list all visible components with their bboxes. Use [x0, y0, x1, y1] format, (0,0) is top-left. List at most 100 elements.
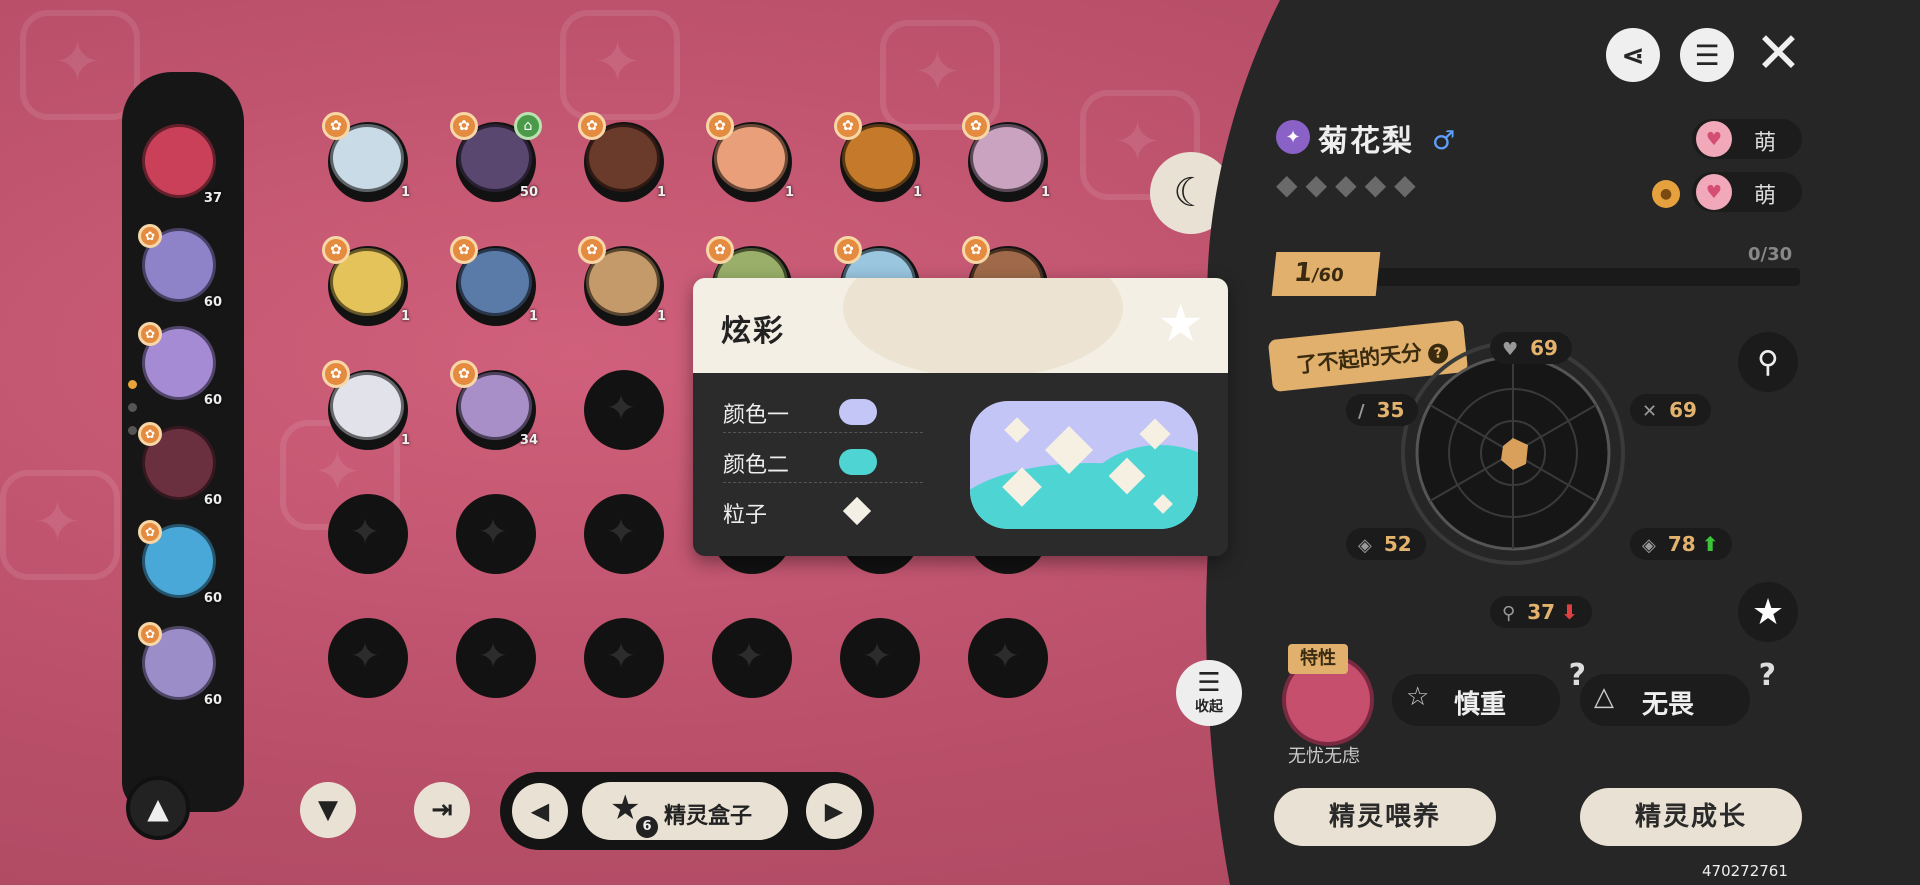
row-label: 颜色二: [723, 453, 790, 478]
popup-body: 颜色一 颜色二 粒子: [693, 373, 1228, 556]
shield-star-icon: ◈: [1642, 535, 1656, 556]
color-two-row: 颜色二: [723, 437, 923, 483]
particle-diamond-icon: [842, 496, 872, 526]
element-type-icon: ✦: [1276, 120, 1310, 154]
roster-page-indicator: [128, 380, 137, 449]
flower-badge-icon: ✿: [450, 236, 478, 264]
flower-badge-icon: ✿: [706, 112, 734, 140]
pet-box-button[interactable]: ★ 6 精灵盒子: [582, 782, 788, 840]
magnifier-icon[interactable]: ⚲: [1738, 332, 1798, 392]
pet-level: 34: [519, 433, 538, 448]
box-count: 6: [636, 816, 658, 838]
flower-badge-icon: ✿: [834, 236, 862, 264]
next-arrow-icon[interactable]: ▶: [806, 783, 862, 839]
flower-badge-icon: ✿: [578, 112, 606, 140]
trait-label: 萌: [1754, 184, 1777, 209]
storage-pet[interactable]: ✿ 1: [834, 112, 922, 200]
prev-arrow-icon[interactable]: ◀: [512, 783, 568, 839]
storage-pet[interactable]: ✿ 1: [578, 236, 666, 324]
help-icon[interactable]: ?: [1759, 658, 1776, 693]
pet-level: 1: [400, 309, 410, 324]
pet-level: 50: [519, 185, 538, 200]
stat-up-arrow-icon: ⬆: [1701, 532, 1719, 556]
flower-badge-icon: ✿: [962, 112, 990, 140]
pet-slot[interactable]: ✦: [840, 618, 920, 698]
exit-icon[interactable]: ⇥: [414, 782, 470, 838]
pet-name: 菊花梨: [1318, 124, 1414, 159]
flower-badge-icon: ✿: [450, 360, 478, 388]
pet-slot[interactable]: ✦: [328, 618, 408, 698]
storage-pet[interactable]: ✿ 1: [578, 112, 666, 200]
background-decoration: [560, 10, 680, 120]
pet-slot[interactable]: ✦: [584, 370, 664, 450]
pet-slot[interactable]: ✦: [328, 494, 408, 574]
pet-slot[interactable]: ✦: [968, 618, 1048, 698]
pet-slot[interactable]: ✦: [456, 494, 536, 574]
stat-value: 52: [1383, 532, 1412, 556]
popup-title: 炫彩: [721, 314, 785, 349]
roster-pet[interactable]: ✿ 60: [136, 620, 228, 712]
home-badge-icon: ⌂: [514, 112, 542, 140]
roster-pet[interactable]: 37: [136, 118, 228, 210]
storage-pet[interactable]: ✿ ⌂ 50: [450, 112, 542, 200]
shiny-color-popup: 炫彩 ★ 颜色一 颜色二 粒子: [693, 278, 1228, 556]
stat-attack: / 35: [1346, 394, 1419, 426]
pet-level: 1: [656, 185, 666, 200]
row-label: 粒子: [723, 503, 768, 528]
nature-pill-2[interactable]: △ 无畏 ?: [1580, 658, 1776, 726]
pet-slot[interactable]: ✦: [712, 618, 792, 698]
flower-badge-icon: ✿: [450, 112, 478, 140]
roster-pet[interactable]: ✿ 60: [136, 320, 228, 412]
stat-defense: ◈ 52: [1346, 528, 1426, 560]
close-icon[interactable]: ✕: [1755, 26, 1802, 82]
share-icon[interactable]: ⋖: [1606, 28, 1660, 82]
pet-level: 1: [656, 309, 666, 324]
roster-pet[interactable]: ✿ 60: [136, 420, 228, 512]
list-icon[interactable]: ☰: [1680, 28, 1734, 82]
storage-pet[interactable]: ✿ 1: [450, 236, 538, 324]
trait-pill-2[interactable]: ♥ 萌: [1692, 172, 1802, 212]
player-uid: 470272761: [1702, 862, 1788, 880]
grow-button[interactable]: 精灵成长: [1580, 788, 1802, 846]
trainer-avatar-button[interactable]: ▲: [126, 776, 190, 840]
level-badge: 1/60: [1271, 252, 1381, 296]
flower-badge-icon: ✿: [322, 360, 350, 388]
filter-icon[interactable]: ▼: [300, 782, 356, 838]
pet-level: 60: [203, 493, 222, 508]
flower-badge-icon: ✿: [322, 236, 350, 264]
star-outline-icon: ☆: [1406, 682, 1430, 712]
roster-pet[interactable]: ✿ 60: [136, 222, 228, 314]
storage-pet[interactable]: ✿ 1: [322, 112, 410, 200]
fruit-icon: ●: [1652, 180, 1680, 208]
pet-level: 60: [203, 295, 222, 310]
color-swatch: [839, 399, 877, 425]
feature-name: 无忧无虑: [1288, 746, 1360, 767]
empty-slot-icon: ✦: [862, 636, 893, 677]
rarity-stars: ◆◆◆◆◆: [1276, 168, 1424, 201]
trait-pill-1[interactable]: ♥ 萌: [1692, 119, 1802, 159]
pet-slot[interactable]: ✦: [584, 494, 664, 574]
storage-pet[interactable]: ✿ 1: [322, 236, 410, 324]
pet-slot[interactable]: ✦: [584, 618, 664, 698]
color-one-row: 颜色一: [723, 387, 923, 433]
flower-badge-icon: ✿: [138, 622, 162, 646]
collapse-label: 收起: [1195, 699, 1223, 715]
stat-radar-chart: [1401, 341, 1625, 565]
rainbow-star-icon[interactable]: ★: [1738, 582, 1798, 642]
popup-header: 炫彩 ★: [693, 278, 1228, 378]
pet-slot[interactable]: ✦: [456, 618, 536, 698]
storage-pet[interactable]: ✿ 1: [322, 360, 410, 448]
feed-button[interactable]: 精灵喂养: [1274, 788, 1496, 846]
pet-level: 1: [912, 185, 922, 200]
shiny-preview: [970, 401, 1198, 529]
boot-icon: ⚲: [1502, 603, 1516, 624]
storage-pet[interactable]: ✿ 1: [962, 112, 1050, 200]
nature-label: 慎重: [1454, 690, 1507, 720]
stat-value: 69: [1530, 336, 1558, 360]
storage-pet[interactable]: ✿ 34: [450, 360, 538, 448]
nature-pill-1[interactable]: ☆ 慎重 ?: [1392, 658, 1586, 726]
storage-pet[interactable]: ✿ 1: [706, 112, 794, 200]
pet-level: 1: [1040, 185, 1050, 200]
collapse-button[interactable]: ☰ 收起: [1176, 660, 1242, 726]
roster-pet[interactable]: ✿ 60: [136, 518, 228, 610]
